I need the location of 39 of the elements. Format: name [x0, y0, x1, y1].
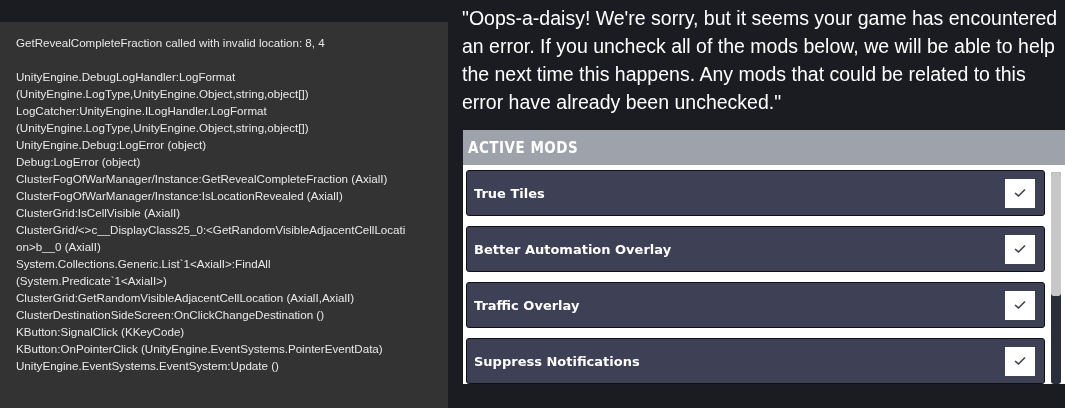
stack-trace-line: UnityEngine.DebugLogHandler:LogFormat — [16, 69, 237, 85]
stack-trace-line: KButton:OnPointerClick (UnityEngine.EventSystems.PointerEventData) — [16, 341, 384, 357]
mod-row[interactable]: Traffic Overlay — [466, 282, 1045, 328]
mod-name: True Tiles — [474, 185, 545, 201]
mod-name: Better Automation Overlay — [474, 241, 672, 257]
checkmark-icon — [1014, 244, 1026, 254]
error-message: GetRevealCompleteFraction called with invalid location: 8, 4 — [16, 35, 326, 51]
scrollbar-thumb[interactable] — [1051, 172, 1061, 296]
mod-name: Traffic Overlay — [474, 297, 580, 313]
checkmark-icon — [1014, 300, 1026, 310]
mod-checkbox[interactable] — [1005, 178, 1035, 208]
mod-name: Suppress Notifications — [474, 353, 640, 369]
stack-trace-line: ClusterGrid:IsCellVisible (AxialI) — [16, 205, 182, 221]
stack-trace-line: Debug:LogError (object) — [16, 154, 142, 170]
mod-row[interactable]: True Tiles — [466, 170, 1045, 216]
stack-trace-line: (UnityEngine.LogType,UnityEngine.Object,string,object[]) — [16, 86, 310, 102]
mod-row[interactable]: Better Automation Overlay — [466, 226, 1045, 272]
stack-trace-line: on>b__0 (AxialI) — [16, 239, 102, 255]
scrollbar[interactable] — [1051, 172, 1061, 384]
checkmark-icon — [1014, 356, 1026, 366]
mod-checkbox[interactable] — [1005, 234, 1035, 264]
stack-trace-line: System.Collections.Generic.List`1<AxialI>:FindAll — [16, 256, 272, 272]
panel-title: ACTIVE MODS — [463, 130, 1065, 165]
stack-trace-line: ClusterFogOfWarManager/Instance:IsLocationRevealed (AxialI) — [16, 188, 344, 204]
mod-checkbox[interactable] — [1005, 290, 1035, 320]
mod-checkbox[interactable] — [1005, 346, 1035, 376]
stack-trace-line: ClusterGrid/<>c__DisplayClass25_0:<GetRandomVisibleAdjacentCellLocati — [16, 222, 407, 238]
stack-trace-line: (System.Predicate`1<AxialI>) — [16, 273, 168, 289]
error-notice: "Oops-a-daisy! We're sorry, but it seems your game has encountered an error. If you uncheck all of the mods below, we will be able to help the next time this happens. Any mods that could be related to this error have already been unchecked." — [462, 6, 1059, 115]
stack-trace-line: UnityEngine.Debug:LogError (object) — [16, 137, 208, 153]
stack-trace-line: LogCatcher:UnityEngine.ILogHandler.LogFormat — [16, 103, 268, 119]
stack-trace-line: UnityEngine.EventSystems.EventSystem:Update () — [16, 358, 280, 374]
stack-trace-line: (UnityEngine.LogType,UnityEngine.Object,string,object[]) — [16, 120, 310, 136]
stack-trace-line: ClusterDestinationSideScreen:OnClickChangeDestination () — [16, 307, 326, 323]
stack-trace-line: ClusterGrid:GetRandomVisibleAdjacentCellLocation (AxialI,AxialI) — [16, 290, 356, 306]
checkmark-icon — [1014, 188, 1026, 198]
stack-trace-line: KButton:SignalClick (KKeyCode) — [16, 324, 186, 340]
stack-trace-line: ClusterFogOfWarManager/Instance:GetRevealCompleteFraction (AxialI) — [16, 171, 389, 187]
mod-row[interactable]: Suppress Notifications — [466, 338, 1045, 384]
